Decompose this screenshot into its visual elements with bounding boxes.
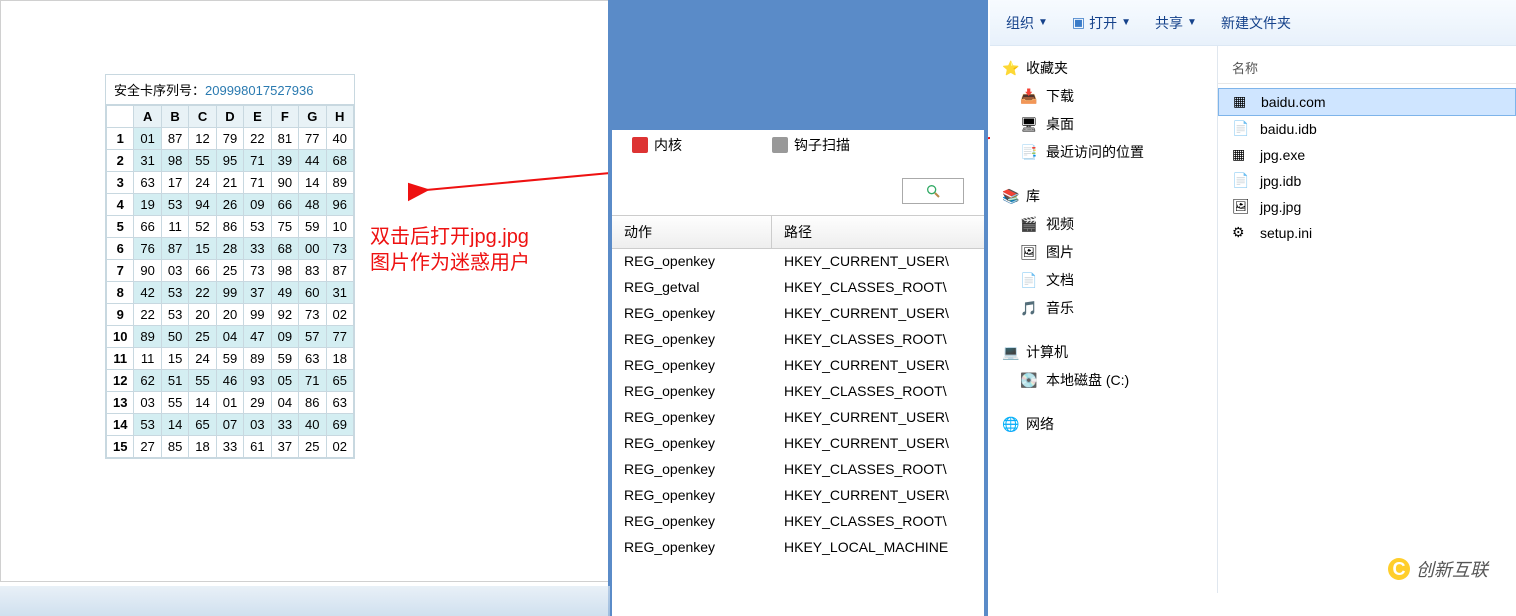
security-card-table: ABCDEFGH10187127922817740231985595713944… [106, 105, 354, 458]
nav-desktop[interactable]: 🖥桌面 [994, 110, 1213, 138]
network-icon: 🌐 [1002, 415, 1020, 433]
explorer-nav: ⭐收藏夹 📥下载 🖥桌面 📑最近访问的位置 📚库 🎬视频 🖼图片 📄文档 🎵音乐… [990, 46, 1218, 593]
file-name: setup.ini [1260, 225, 1312, 241]
tb-organize[interactable]: 组织 ▼ [1006, 13, 1048, 33]
monitor-row[interactable]: REG_openkeyHKEY_CURRENT_USER\ [612, 482, 984, 508]
file-name: jpg.jpg [1260, 199, 1301, 215]
watermark: C 创新互联 [1388, 556, 1488, 582]
file-list: ▦ baidu.com 📄 baidu.idb ▦ jpg.exe 📄 jpg.idb 🖼 jpg… [1218, 84, 1516, 250]
monitor-row[interactable]: REG_openkeyHKEY_CURRENT_USER\ [612, 404, 984, 430]
download-icon: 📥 [1020, 87, 1038, 105]
search-button[interactable] [902, 178, 964, 204]
security-card: 安全卡序列号：209998017527936 ABCDEFGH101871279… [105, 74, 355, 459]
monitor-row[interactable]: REG_openkeyHKEY_CLASSES_ROOT\ [612, 378, 984, 404]
search-icon [925, 183, 941, 199]
kernel-icon [632, 137, 648, 153]
nav-network-head[interactable]: 🌐网络 [994, 410, 1213, 438]
col-path[interactable]: 路径 [772, 216, 984, 248]
nav-recent[interactable]: 📑最近访问的位置 [994, 138, 1213, 166]
music-icon: 🎵 [1020, 299, 1038, 317]
file-name: jpg.idb [1260, 173, 1301, 189]
file-name: baidu.idb [1260, 121, 1317, 137]
video-icon: 🎬 [1020, 215, 1038, 233]
annotation-line2: 图片作为迷惑用户 [370, 250, 530, 276]
documents-icon: 📄 [1020, 271, 1038, 289]
file-icon: ⚙ [1232, 224, 1250, 242]
watermark-icon: C [1388, 558, 1410, 580]
monitor-row[interactable]: REG_openkeyHKEY_CURRENT_USER\ [612, 352, 984, 378]
serial-label: 安全卡序列号： [114, 83, 205, 98]
tab-kernel-label: 内核 [654, 135, 682, 155]
file-item[interactable]: ⚙ setup.ini [1218, 220, 1516, 246]
nav-downloads[interactable]: 📥下载 [994, 82, 1213, 110]
pictures-icon: 🖼 [1020, 243, 1038, 261]
nav-documents[interactable]: 📄文档 [994, 266, 1213, 294]
annotation-text: 双击后打开jpg.jpg 图片作为迷惑用户 [370, 224, 530, 276]
monitor-row[interactable]: REG_openkeyHKEY_CURRENT_USER\ [612, 300, 984, 326]
recent-icon: 📑 [1020, 143, 1038, 161]
tab-hookscan-label: 钩子扫描 [794, 135, 850, 155]
file-explorer: 组织 ▼ ▣ 打开 ▼ 共享 ▼ 新建文件夹 ⭐收藏夹 📥下载 🖥桌面 📑最近访… [990, 0, 1516, 593]
hook-icon [772, 137, 788, 153]
file-item[interactable]: 🖼 jpg.jpg [1218, 194, 1516, 220]
library-icon: 📚 [1002, 187, 1020, 205]
chevron-down-icon: ▼ [1038, 17, 1048, 28]
file-item[interactable]: 📄 baidu.idb [1218, 116, 1516, 142]
col-action[interactable]: 动作 [612, 216, 772, 248]
nav-drive-c[interactable]: 💽本地磁盘 (C:) [994, 366, 1213, 394]
card-serial-header: 安全卡序列号：209998017527936 [106, 75, 354, 105]
nav-favorites-head[interactable]: ⭐收藏夹 [994, 54, 1213, 82]
file-icon: ▦ [1232, 146, 1250, 164]
explorer-toolbar: 组织 ▼ ▣ 打开 ▼ 共享 ▼ 新建文件夹 [990, 0, 1516, 46]
nav-pictures[interactable]: 🖼图片 [994, 238, 1213, 266]
monitor-row[interactable]: REG_openkeyHKEY_CLASSES_ROOT\ [612, 456, 984, 482]
file-name: baidu.com [1261, 94, 1326, 110]
explorer-content: 名称 ▦ baidu.com 📄 baidu.idb ▦ jpg.exe 📄 jpg.idb 🖼… [1218, 46, 1516, 593]
nav-computer-head[interactable]: 💻计算机 [994, 338, 1213, 366]
monitor-tabs: 内核 钩子扫描 [622, 130, 860, 160]
star-icon: ⭐ [1002, 59, 1020, 77]
tb-share[interactable]: 共享 ▼ [1155, 13, 1197, 33]
file-item[interactable]: 📄 jpg.idb [1218, 168, 1516, 194]
tab-hookscan[interactable]: 钩子扫描 [762, 130, 860, 160]
tab-kernel[interactable]: 内核 [622, 130, 692, 160]
nav-libraries-head[interactable]: 📚库 [994, 182, 1213, 210]
file-icon: 🖼 [1232, 198, 1250, 216]
watermark-text: 创新互联 [1416, 556, 1488, 582]
monitor-row[interactable]: REG_openkeyHKEY_CURRENT_USER\ [612, 248, 984, 274]
disk-icon: 💽 [1020, 371, 1038, 389]
taskbar-fragment [0, 586, 610, 616]
chevron-down-icon: ▼ [1187, 17, 1197, 28]
chevron-down-icon: ▼ [1121, 17, 1131, 28]
annotation-line1: 双击后打开jpg.jpg [370, 224, 530, 250]
nav-video[interactable]: 🎬视频 [994, 210, 1213, 238]
file-name: jpg.exe [1260, 147, 1305, 163]
computer-icon: 💻 [1002, 343, 1020, 361]
file-icon: 📄 [1232, 120, 1250, 138]
monitor-row[interactable]: REG_openkeyHKEY_LOCAL_MACHINE [612, 534, 984, 560]
desktop-icon: 🖥 [1020, 115, 1038, 133]
monitor-list: REG_openkeyHKEY_CURRENT_USER\REG_getvalH… [612, 248, 984, 560]
file-icon: ▦ [1233, 93, 1251, 111]
monitor-list-header: 动作 路径 [612, 215, 984, 249]
image-viewer-panel: 安全卡序列号：209998017527936 ABCDEFGH101871279… [0, 0, 610, 582]
tb-newfolder[interactable]: 新建文件夹 [1221, 13, 1291, 33]
open-icon: ▣ [1072, 14, 1085, 31]
monitor-row[interactable]: REG_getvalHKEY_CLASSES_ROOT\ [612, 274, 984, 300]
serial-value: 209998017527936 [205, 83, 313, 98]
monitor-row[interactable]: REG_openkeyHKEY_CLASSES_ROOT\ [612, 508, 984, 534]
monitor-row[interactable]: REG_openkeyHKEY_CLASSES_ROOT\ [612, 326, 984, 352]
nav-music[interactable]: 🎵音乐 [994, 294, 1213, 322]
col-name-header[interactable]: 名称 [1218, 52, 1516, 84]
tb-open[interactable]: ▣ 打开 ▼ [1072, 13, 1131, 33]
file-item[interactable]: ▦ jpg.exe [1218, 142, 1516, 168]
monitor-tool-panel: 内核 钩子扫描 动作 路径 REG_openkeyHKEY_CURRENT_US… [608, 0, 988, 616]
monitor-row[interactable]: REG_openkeyHKEY_CURRENT_USER\ [612, 430, 984, 456]
file-item[interactable]: ▦ baidu.com [1218, 88, 1516, 116]
file-icon: 📄 [1232, 172, 1250, 190]
